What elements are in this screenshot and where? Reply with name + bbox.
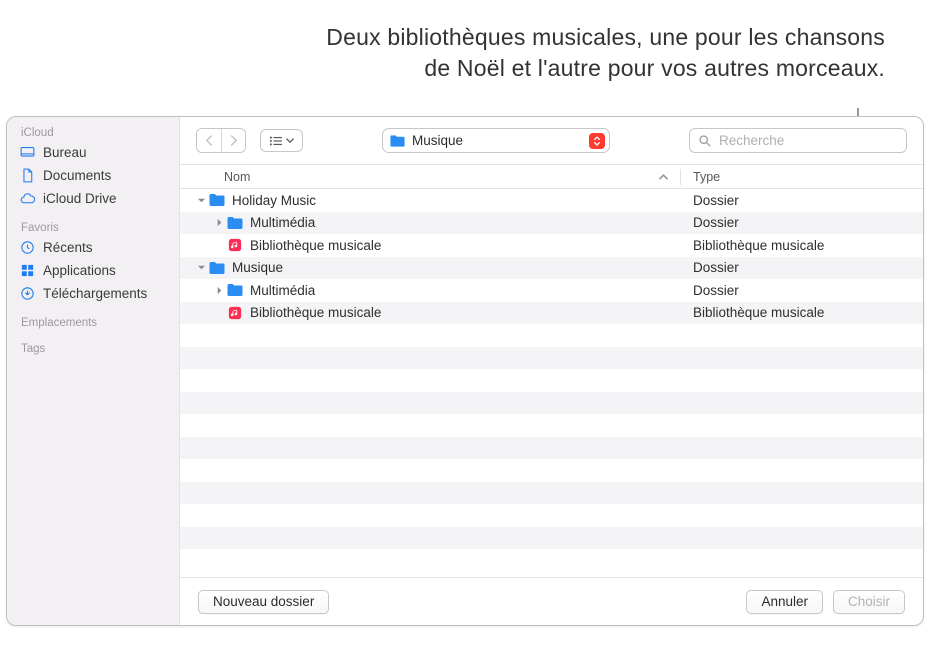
sidebar-item-label: iCloud Drive [43, 191, 117, 206]
row-type: Dossier [693, 260, 913, 275]
table-row[interactable]: Holiday MusicDossier [180, 189, 923, 212]
nav-back-forward [196, 128, 246, 153]
row-name: Bibliothèque musicale [250, 238, 693, 253]
table-row [180, 504, 923, 527]
row-type: Dossier [693, 215, 913, 230]
table-row [180, 527, 923, 550]
sidebar-item-iclouddrive[interactable]: iCloud Drive [7, 187, 179, 210]
column-divider[interactable] [680, 169, 681, 185]
clock-icon [19, 239, 36, 256]
row-type: Bibliothèque musicale [693, 305, 913, 320]
table-row [180, 324, 923, 347]
path-label: Musique [412, 133, 463, 148]
sidebar-item-label: Applications [43, 263, 116, 278]
sidebar-item-label: Récents [43, 240, 93, 255]
download-icon [19, 285, 36, 302]
nav-back-button[interactable] [197, 129, 221, 152]
path-selector[interactable]: Musique [382, 128, 610, 153]
chevron-down-icon [286, 138, 294, 144]
nav-forward-button[interactable] [221, 129, 245, 152]
main-panel: Musique Nom Type Holiday MusicDossierMul… [180, 117, 923, 625]
table-row[interactable]: MusiqueDossier [180, 257, 923, 280]
document-icon [19, 167, 36, 184]
row-name: Bibliothèque musicale [250, 305, 693, 320]
sidebar-item-applications[interactable]: Applications [7, 259, 179, 282]
path-updown-icon [589, 133, 605, 149]
column-header-name[interactable]: Nom [224, 170, 672, 184]
sidebar-item-label: Téléchargements [43, 286, 147, 301]
desktop-icon [19, 144, 36, 161]
disclosure-triangle[interactable] [194, 196, 208, 205]
folder-icon [389, 134, 406, 148]
callout-annotation: Deux bibliothèques musicales, une pour l… [325, 22, 885, 84]
sort-ascending-icon [659, 173, 668, 180]
row-type: Dossier [693, 193, 913, 208]
apps-icon [19, 262, 36, 279]
table-row[interactable]: Bibliothèque musicaleBibliothèque musica… [180, 234, 923, 257]
sidebar: iCloud Bureau Documents iCloud Drive Fav… [7, 117, 180, 625]
view-options-button[interactable] [260, 129, 303, 152]
table-row [180, 347, 923, 370]
disclosure-triangle[interactable] [212, 286, 226, 295]
table-row [180, 414, 923, 437]
cloud-icon [19, 190, 36, 207]
sidebar-section-favoris: Favoris [7, 218, 179, 236]
table-row [180, 459, 923, 482]
table-row[interactable]: MultimédiaDossier [180, 212, 923, 235]
table-row [180, 369, 923, 392]
disclosure-triangle[interactable] [212, 218, 226, 227]
search-icon [698, 134, 711, 147]
list-view-icon [269, 135, 283, 147]
row-name: Musique [232, 260, 693, 275]
folder-icon [208, 192, 226, 208]
column-header-row: Nom Type [180, 165, 923, 189]
row-name: Holiday Music [232, 193, 693, 208]
sidebar-section-emplacements: Emplacements [7, 313, 179, 331]
file-listing: Holiday MusicDossierMultimédiaDossierBib… [180, 189, 923, 577]
row-name: Multimédia [250, 283, 693, 298]
sidebar-item-label: Bureau [43, 145, 87, 160]
dialog-footer: Nouveau dossier Annuler Choisir [180, 577, 923, 625]
disclosure-triangle[interactable] [194, 263, 208, 272]
toolbar: Musique [180, 117, 923, 165]
search-input[interactable] [717, 132, 898, 149]
table-row[interactable]: Bibliothèque musicaleBibliothèque musica… [180, 302, 923, 325]
music-library-icon [226, 237, 244, 253]
table-row [180, 437, 923, 460]
table-row[interactable]: MultimédiaDossier [180, 279, 923, 302]
cancel-button[interactable]: Annuler [746, 590, 823, 614]
column-header-name-label: Nom [224, 170, 250, 184]
folder-icon [226, 215, 244, 231]
sidebar-item-documents[interactable]: Documents [7, 164, 179, 187]
sidebar-item-recents[interactable]: Récents [7, 236, 179, 259]
sidebar-item-downloads[interactable]: Téléchargements [7, 282, 179, 305]
table-row [180, 482, 923, 505]
row-name: Multimédia [250, 215, 693, 230]
folder-icon [208, 260, 226, 276]
sidebar-item-label: Documents [43, 168, 111, 183]
new-folder-button[interactable]: Nouveau dossier [198, 590, 329, 614]
row-type: Bibliothèque musicale [693, 238, 913, 253]
choose-button[interactable]: Choisir [833, 590, 905, 614]
sidebar-item-bureau[interactable]: Bureau [7, 141, 179, 164]
sidebar-section-icloud: iCloud [7, 123, 179, 141]
table-row [180, 392, 923, 415]
row-type: Dossier [693, 283, 913, 298]
music-library-icon [226, 305, 244, 321]
sidebar-section-tags: Tags [7, 339, 179, 357]
column-header-type[interactable]: Type [693, 170, 913, 184]
folder-icon [226, 282, 244, 298]
search-field[interactable] [689, 128, 907, 153]
finder-open-dialog: iCloud Bureau Documents iCloud Drive Fav… [6, 116, 924, 626]
